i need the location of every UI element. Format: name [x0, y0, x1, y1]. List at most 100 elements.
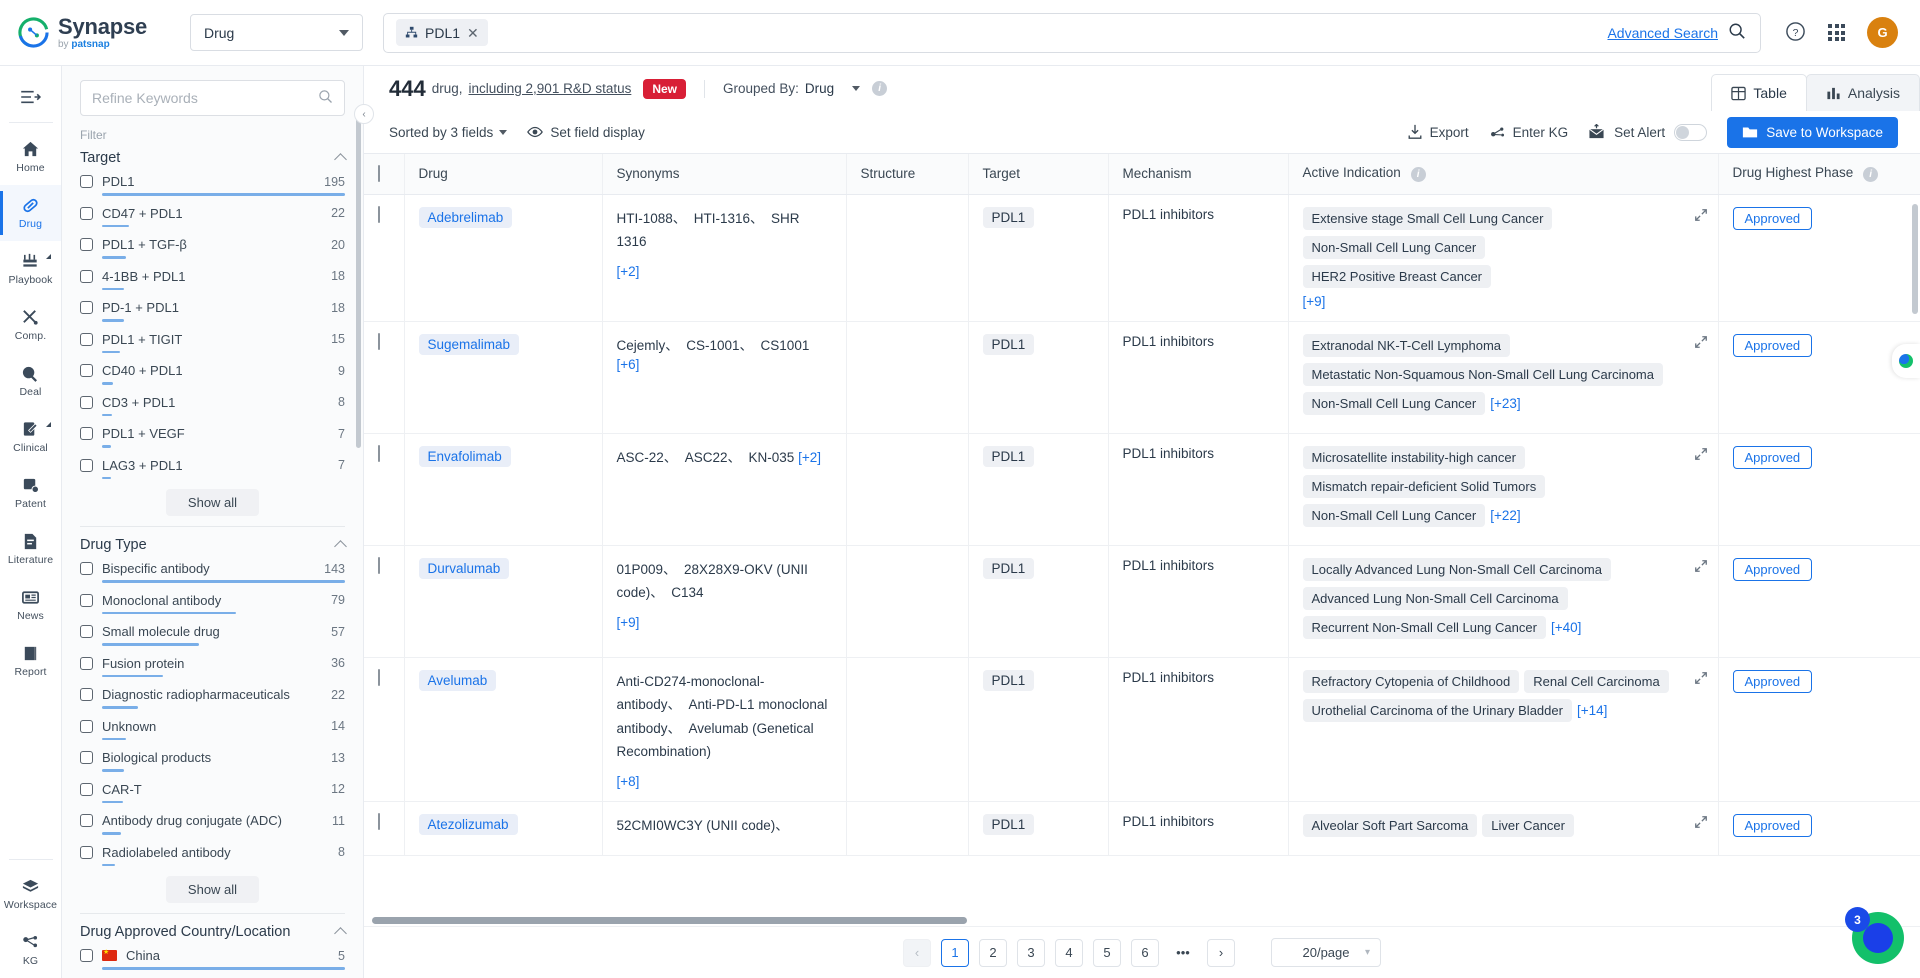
filter-checkbox[interactable]: [80, 751, 93, 764]
sidebar-item-kg[interactable]: KG: [0, 922, 61, 978]
info-icon[interactable]: i: [872, 81, 888, 96]
target-tag[interactable]: PDL1: [982, 333, 1035, 355]
filter-option[interactable]: PDL1 + VEGF 7: [80, 426, 345, 448]
next-page-button[interactable]: ›: [1207, 938, 1235, 967]
grouped-by-value[interactable]: Drug: [805, 81, 834, 96]
filter-checkbox[interactable]: [80, 688, 93, 701]
indication-more-link[interactable]: [+22]: [1490, 508, 1520, 523]
page-button-1[interactable]: 1: [941, 938, 969, 967]
table-row[interactable]: Avelumab Anti-CD274-monoclonal-antibody、 …: [364, 657, 1920, 802]
indication-more-link[interactable]: [+23]: [1490, 396, 1520, 411]
page-button-3[interactable]: 3: [1017, 938, 1045, 967]
collapse-filter-panel-button[interactable]: ‹: [354, 104, 374, 124]
expand-icon[interactable]: [1694, 671, 1708, 688]
sidebar-item-literature[interactable]: Literature: [0, 521, 61, 577]
prev-page-button[interactable]: ‹: [903, 938, 931, 967]
avatar[interactable]: G: [1867, 17, 1898, 48]
save-to-workspace-button[interactable]: Save to Workspace: [1727, 116, 1898, 148]
filter-checkbox[interactable]: [80, 814, 93, 827]
target-tag[interactable]: PDL1: [982, 669, 1035, 691]
tab-table[interactable]: Table: [1711, 74, 1807, 111]
indication-tag[interactable]: Mismatch repair-deficient Solid Tumors: [1302, 474, 1546, 498]
filter-section-header[interactable]: Drug Type: [80, 537, 347, 553]
filter-checkbox[interactable]: [80, 625, 93, 638]
filter-option[interactable]: Small molecule drug 57: [80, 624, 345, 646]
refine-keywords-field[interactable]: [80, 80, 345, 116]
sidebar-item-playbook[interactable]: Playbook: [0, 241, 61, 297]
drug-name-link[interactable]: Durvalumab: [418, 557, 510, 579]
expand-icon[interactable]: [1694, 815, 1708, 832]
filter-option[interactable]: Biological products 13: [80, 750, 345, 772]
expand-icon[interactable]: [1694, 447, 1708, 464]
col-drug[interactable]: Drug: [404, 154, 603, 195]
indication-tag[interactable]: Microsatellite instability-high cancer: [1302, 445, 1525, 469]
chevron-up-icon[interactable]: [334, 927, 347, 940]
indication-tag[interactable]: Renal Cell Carcinoma: [1524, 669, 1669, 693]
set-alert-toggle[interactable]: [1674, 123, 1708, 141]
filter-option[interactable]: 4-1BB + PDL1 18: [80, 269, 345, 290]
expand-icon[interactable]: [1694, 208, 1708, 225]
synonyms-more-link[interactable]: [+9]: [617, 615, 640, 630]
filter-option[interactable]: PDL1 + TGF-β 20: [80, 237, 345, 259]
collapse-nav-button[interactable]: [0, 74, 61, 120]
indication-more-link[interactable]: [+14]: [1577, 703, 1607, 718]
filter-checkbox[interactable]: [80, 175, 93, 188]
indication-tag[interactable]: Metastatic Non-Squamous Non-Small Cell L…: [1302, 362, 1663, 386]
search-bar[interactable]: PDL1 ✕ Advanced Search: [383, 12, 1761, 53]
drug-name-link[interactable]: Adebrelimab: [418, 206, 513, 228]
target-tag[interactable]: PDL1: [982, 814, 1035, 835]
col-mechanism[interactable]: Mechanism: [1108, 154, 1289, 195]
filter-option[interactable]: CD3 + PDL1 8: [80, 395, 345, 416]
synonyms-more-link[interactable]: [+2]: [798, 450, 821, 465]
filter-scrollbar[interactable]: [356, 118, 361, 448]
col-target[interactable]: Target: [968, 154, 1109, 195]
filter-option[interactable]: LAG3 + PDL1 7: [80, 458, 345, 479]
filter-option[interactable]: PD-1 + PDL1 18: [80, 300, 345, 322]
indication-tag[interactable]: Non-Small Cell Lung Cancer: [1302, 235, 1486, 259]
filter-checkbox[interactable]: [80, 364, 93, 377]
page-button-2[interactable]: 2: [979, 938, 1007, 967]
export-button[interactable]: Export: [1407, 124, 1469, 140]
set-field-display-button[interactable]: Set field display: [527, 124, 645, 140]
filter-option[interactable]: Diagnostic radiopharmaceuticals 22: [80, 687, 345, 709]
info-icon[interactable]: i: [1863, 167, 1879, 183]
filter-checkbox[interactable]: [80, 458, 93, 472]
enter-kg-button[interactable]: Enter KG: [1489, 124, 1568, 141]
table-row[interactable]: Atezolizumab 52CMI0WC3Y (UNII code)、 PDL1 P…: [364, 801, 1920, 856]
select-all-checkbox[interactable]: [378, 165, 380, 183]
search-icon[interactable]: [318, 89, 333, 107]
filter-checkbox[interactable]: [80, 301, 93, 314]
info-icon[interactable]: i: [1410, 167, 1426, 183]
row-checkbox[interactable]: [378, 813, 380, 830]
per-page-select[interactable]: 20/page ▾: [1271, 938, 1381, 967]
table-row[interactable]: Envafolimab ASC-22、 ASC22、 KN-035 [+2] PDL…: [364, 433, 1920, 546]
entity-type-select[interactable]: Drug: [190, 14, 363, 51]
chevron-up-icon[interactable]: [334, 153, 347, 166]
indication-tag[interactable]: Extranodal NK-T-Cell Lymphoma: [1302, 333, 1511, 357]
filter-checkbox[interactable]: [80, 395, 93, 409]
indication-more-link[interactable]: [+9]: [1303, 294, 1326, 309]
target-tag[interactable]: PDL1: [982, 206, 1035, 228]
tab-analysis[interactable]: Analysis: [1805, 74, 1920, 111]
indication-tag[interactable]: Recurrent Non-Small Cell Lung Cancer: [1302, 615, 1546, 639]
filter-option[interactable]: PDL1 + TIGIT 15: [80, 332, 345, 353]
synonyms-more-link[interactable]: [+2]: [617, 264, 640, 279]
help-icon[interactable]: ?: [1785, 21, 1806, 45]
drug-name-link[interactable]: Avelumab: [418, 669, 497, 691]
filter-checkbox[interactable]: [80, 269, 93, 283]
row-checkbox[interactable]: [378, 205, 380, 223]
filter-option[interactable]: Fusion protein 36: [80, 656, 345, 677]
filter-option[interactable]: China 5: [80, 948, 345, 970]
filter-option[interactable]: Antibody drug conjugate (ADC) 11: [80, 813, 345, 835]
indication-tag[interactable]: Extensive stage Small Cell Lung Cancer: [1302, 206, 1553, 230]
indication-tag[interactable]: HER2 Positive Breast Cancer: [1302, 264, 1492, 288]
table-horizontal-scrollbar[interactable]: [372, 917, 967, 924]
apps-grid-icon[interactable]: [1828, 24, 1845, 41]
row-checkbox[interactable]: [378, 332, 380, 350]
filter-option[interactable]: PDL1 195: [80, 174, 345, 196]
filter-option[interactable]: Bispecific antibody 143: [80, 561, 345, 583]
sidebar-item-report[interactable]: Report: [0, 633, 61, 689]
filter-option[interactable]: CD40 + PDL1 9: [80, 363, 345, 385]
filter-section-header[interactable]: Drug Approved Country/Location: [80, 924, 347, 940]
page-button-4[interactable]: 4: [1055, 938, 1083, 967]
